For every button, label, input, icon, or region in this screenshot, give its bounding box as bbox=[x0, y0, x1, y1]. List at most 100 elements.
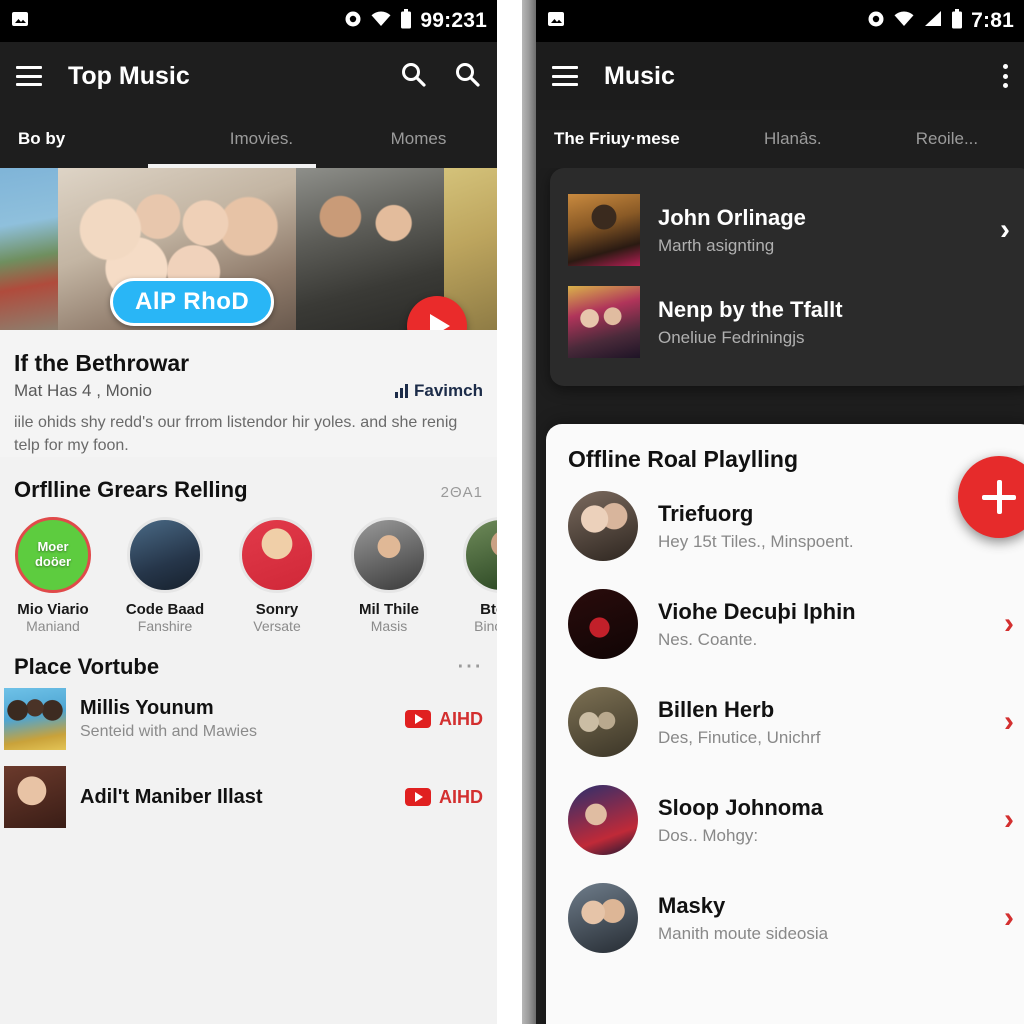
playlist-row[interactable]: Masky Manith moute sideosia › bbox=[546, 869, 1024, 967]
item-subtitle: Marth asignting bbox=[658, 235, 775, 255]
row-subtitle: Dos.. Mohgy: bbox=[658, 825, 759, 845]
avatar-item[interactable]: Moer doöer Mio Viario Maniand bbox=[6, 517, 100, 634]
panel-edge-shadow bbox=[522, 0, 536, 1024]
image-icon bbox=[10, 9, 30, 34]
avatar-item[interactable]: Mil Thile Masis bbox=[342, 517, 436, 634]
status-badge: AIHD bbox=[405, 709, 483, 730]
youtube-play-icon bbox=[405, 710, 431, 729]
offline-playlist-sheet: Offline Roal Playlling Triefuorg Hey 15t… bbox=[546, 424, 1024, 1024]
hero-badge: AlP RhoD bbox=[110, 278, 275, 326]
tab-1[interactable]: Hlanâs. bbox=[716, 129, 870, 149]
dual-phone-screenshot: 99:231 Top Music Bo by Imovies. Momes Al… bbox=[0, 0, 1024, 1024]
tab-0[interactable]: Bo by bbox=[0, 129, 183, 149]
item-thumbnail bbox=[568, 194, 640, 266]
avatar-item[interactable]: Code Baad Fanshire bbox=[118, 517, 212, 634]
video-list-item[interactable]: Millis Younum Senteid with and Mawies AI… bbox=[0, 680, 497, 758]
bar-chart-icon bbox=[395, 384, 409, 398]
left-content: AlP RhoD If the Bethrowar Mat Has 4 , Mo… bbox=[0, 168, 497, 1024]
signal-icon bbox=[923, 10, 943, 33]
video-list-item[interactable]: Adil't Maniber Illast AIHD bbox=[0, 758, 497, 836]
status-time: 7:81 bbox=[971, 9, 1014, 32]
wifi-icon bbox=[370, 10, 392, 33]
offline-section-title: Orflline Grears Relling bbox=[14, 477, 248, 503]
row-subtitle: Des, Finutice, Unichrf bbox=[658, 727, 821, 747]
tab-1[interactable]: Imovies. bbox=[183, 129, 340, 149]
wifi-icon bbox=[893, 10, 915, 33]
right-content: John Orlinage Marth asignting › Nenp by … bbox=[536, 168, 1024, 1024]
hero-carousel[interactable]: AlP RhoD bbox=[0, 168, 497, 330]
avatar bbox=[568, 687, 638, 757]
row-title: Triefuorg bbox=[658, 500, 754, 526]
avatar-name: Sonry bbox=[255, 601, 299, 619]
video-thumbnail bbox=[4, 688, 66, 751]
avatar: Moer doöer bbox=[15, 517, 91, 594]
avatar bbox=[351, 517, 427, 594]
featured-subtitle: Mat Has 4 , Monio bbox=[14, 381, 152, 400]
status-time: 99:231 bbox=[420, 9, 487, 32]
right-tab-strip: The Friuy·mese Hlanâs. Reoile... bbox=[536, 110, 1024, 168]
row-subtitle: Hey 15t Tiles., Minspoent. bbox=[658, 531, 854, 551]
avatar-sub: Masis bbox=[370, 618, 408, 635]
tab-2[interactable]: Reoile... bbox=[870, 129, 1024, 149]
avatar bbox=[568, 589, 638, 659]
chevron-right-icon[interactable]: › bbox=[1004, 805, 1014, 835]
row-title: Masky bbox=[658, 892, 726, 918]
hamburger-icon[interactable] bbox=[16, 66, 42, 86]
battery-icon bbox=[400, 8, 412, 34]
chevron-right-icon[interactable]: › bbox=[1004, 609, 1014, 639]
avatar bbox=[568, 785, 638, 855]
left-status-bar: 99:231 bbox=[0, 0, 497, 42]
video-thumbnail bbox=[4, 766, 66, 829]
kebab-menu-icon[interactable] bbox=[1003, 64, 1008, 88]
avatar-sub: Maniand bbox=[26, 618, 80, 635]
avatar-row[interactable]: Moer doöer Mio Viario Maniand Code Baad … bbox=[0, 503, 497, 634]
featured-title: If the Bethrowar bbox=[14, 350, 190, 376]
badge-label: AIHD bbox=[439, 708, 483, 729]
left-app-bar: Top Music bbox=[0, 42, 497, 110]
featured-card: If the Bethrowar Mat Has 4 , Monio Favim… bbox=[0, 330, 497, 458]
recent-list-item[interactable]: John Orlinage Marth asignting › bbox=[550, 184, 1024, 276]
chevron-right-icon[interactable]: › bbox=[1004, 903, 1014, 933]
avatar-name: Code Baad bbox=[125, 601, 205, 619]
more-horizontal-icon[interactable]: ⋯ bbox=[456, 652, 483, 678]
row-title: Viohe Decuþi Iphin bbox=[658, 598, 856, 624]
row-subtitle: Nes. Coante. bbox=[658, 629, 758, 649]
playlist-row[interactable]: Triefuorg Hey 15t Tiles., Minspoent. › bbox=[546, 477, 1024, 575]
left-tab-strip: Bo by Imovies. Momes bbox=[0, 110, 497, 168]
avatar-sub: Versate bbox=[253, 618, 301, 635]
tab-0[interactable]: The Friuy·mese bbox=[536, 129, 716, 149]
featured-tag[interactable]: Favimch bbox=[395, 381, 483, 401]
videos-section-header: Place Vortube ⋯ bbox=[0, 634, 497, 680]
row-title: Sloop Johnoma bbox=[658, 794, 823, 820]
row-subtitle: Manith moute sideosia bbox=[658, 923, 829, 943]
search-icon[interactable] bbox=[399, 60, 427, 93]
image-icon bbox=[546, 9, 566, 34]
avatar-name: Btonz bbox=[480, 601, 497, 619]
battery-icon bbox=[951, 8, 963, 34]
chevron-right-icon[interactable]: › bbox=[1004, 707, 1014, 737]
hamburger-icon[interactable] bbox=[552, 66, 578, 86]
avatar bbox=[568, 491, 638, 561]
avatar-sub: Binowed bbox=[474, 618, 497, 635]
playlist-row[interactable]: Viohe Decuþi Iphin Nes. Coante. › bbox=[546, 575, 1024, 673]
plus-icon bbox=[982, 480, 1016, 514]
right-status-bar: 7:81 bbox=[536, 0, 1024, 42]
row-title: Billen Herb bbox=[658, 696, 775, 722]
avatar-name: Mio Viario bbox=[17, 601, 89, 619]
videos-section-title: Place Vortube bbox=[14, 654, 160, 680]
play-icon bbox=[429, 314, 450, 330]
badge-label: AIHD bbox=[439, 786, 483, 807]
offline-section-header: Orflline Grears Relling 2ΘA1 bbox=[0, 457, 497, 503]
playlist-row[interactable]: Sloop Johnoma Dos.. Mohgy: › bbox=[546, 771, 1024, 869]
avatar bbox=[568, 883, 638, 953]
recent-list-item[interactable]: Nenp by the Tfallt Oneliue Fedriningjs › bbox=[550, 276, 1024, 368]
location-icon bbox=[344, 10, 362, 33]
playlist-row[interactable]: Billen Herb Des, Finutice, Unichrf › bbox=[546, 673, 1024, 771]
search-icon[interactable] bbox=[453, 60, 481, 93]
chevron-right-icon[interactable]: › bbox=[1000, 215, 1016, 245]
avatar-item[interactable]: Sonry Versate bbox=[230, 517, 324, 634]
avatar-item[interactable]: Btonz Binowed bbox=[454, 517, 497, 634]
tab-2[interactable]: Momes bbox=[340, 129, 497, 149]
avatar bbox=[239, 517, 315, 594]
video-title: Millis Younum bbox=[80, 697, 214, 720]
